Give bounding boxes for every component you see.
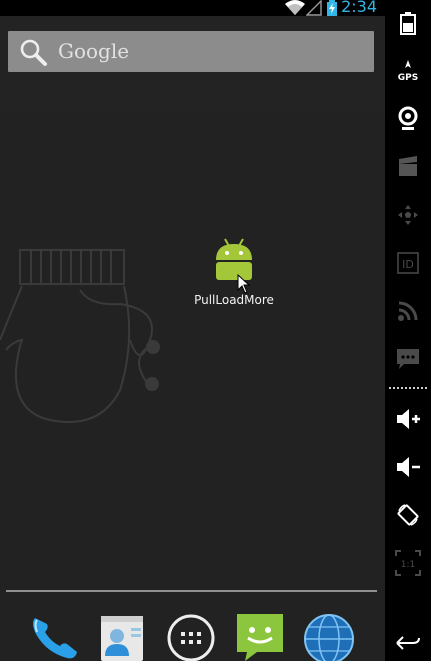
network-button[interactable] [385, 288, 431, 334]
dock-item-all-apps[interactable] [166, 612, 216, 661]
dock [0, 592, 385, 661]
status-time: 2:34 [341, 0, 377, 16]
rotate-icon [397, 504, 419, 526]
mitten-body-icon [0, 285, 160, 423]
dock-item-phone[interactable] [27, 612, 77, 661]
battery-button[interactable] [385, 0, 431, 46]
sms-icon [397, 349, 419, 369]
scale-button[interactable]: 1:1 [385, 540, 431, 586]
app-shortcut-pullloadmore[interactable]: PullLoadMore [188, 236, 280, 314]
phone-icon [33, 618, 77, 659]
rss-icon [398, 301, 418, 321]
device-id-button[interactable]: ID [385, 240, 431, 286]
dpad-button[interactable] [385, 192, 431, 238]
volume-up-icon [397, 409, 420, 429]
dpad-icon [398, 205, 418, 225]
app-drawer-icon [167, 614, 215, 661]
clapperboard-icon [399, 156, 417, 176]
gps-icon: GPS [398, 60, 418, 83]
back-icon [396, 636, 420, 650]
scale-label: 1:1 [401, 560, 415, 570]
search-label: Google [58, 39, 130, 63]
search-area: Google [0, 16, 385, 114]
device-screen: 2:34 Google PullLoadMore [0, 0, 385, 661]
volume-up-button[interactable] [385, 396, 431, 442]
id-icon: ID [397, 252, 419, 274]
webcam-icon [398, 106, 418, 130]
rotate-button[interactable] [385, 492, 431, 538]
wifi-icon [285, 0, 305, 15]
contacts-icon [101, 616, 143, 661]
panel-separator [389, 387, 427, 389]
emulator-control-panel: GPS ID 1:1 [385, 0, 431, 661]
back-button[interactable] [385, 620, 431, 661]
sms-button[interactable] [385, 336, 431, 382]
media-button[interactable] [385, 144, 431, 190]
signal-icon [306, 0, 322, 16]
status-bar: 2:34 [0, 0, 385, 16]
mitten-wallpaper-icon [19, 249, 125, 285]
gps-button[interactable]: GPS [385, 48, 431, 94]
app-shortcut-label: PullLoadMore [194, 293, 274, 307]
dock-item-browser[interactable] [304, 612, 354, 661]
messaging-icon [237, 614, 283, 661]
dock-item-contacts[interactable] [97, 612, 147, 661]
id-label: ID [402, 258, 414, 271]
dock-item-messaging[interactable] [235, 612, 285, 661]
camera-button[interactable] [385, 96, 431, 142]
battery-icon [400, 12, 416, 35]
mouse-cursor-icon [237, 274, 251, 294]
google-search-bar[interactable]: Google [8, 31, 374, 72]
search-icon [20, 39, 47, 66]
battery-charging-icon [327, 0, 337, 16]
volume-down-icon [397, 457, 420, 477]
scale-icon: 1:1 [395, 550, 421, 576]
volume-down-button[interactable] [385, 444, 431, 490]
globe-icon [304, 614, 354, 661]
gps-label: GPS [398, 73, 418, 83]
